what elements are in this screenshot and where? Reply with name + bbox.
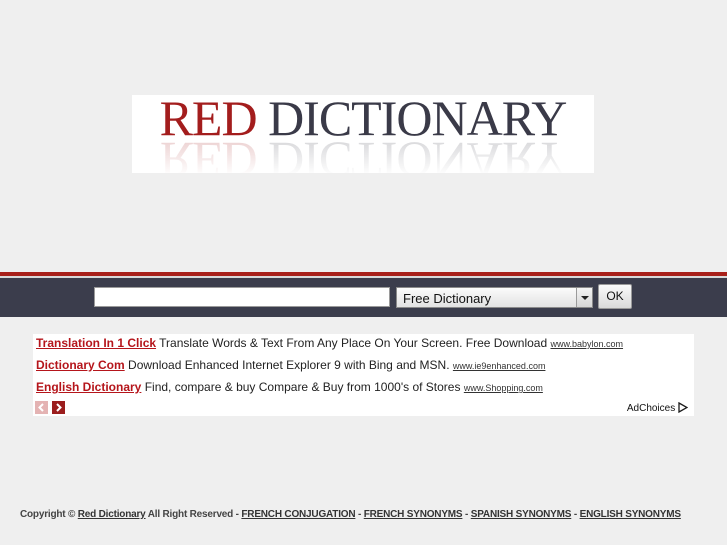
dictionary-select[interactable]: Free Dictionary [396,287,593,308]
ad-description: Download Enhanced Internet Explorer 9 wi… [128,358,450,372]
footer-link-french-synonyms[interactable]: FRENCH SYNONYMS [364,509,463,520]
ok-button[interactable]: OK [598,284,632,309]
chevron-right-icon[interactable] [52,401,65,414]
ad-url-link[interactable]: www.Shopping.com [464,383,543,393]
ad-url-link[interactable]: www.babylon.com [550,339,623,349]
footer-site-link[interactable]: Red Dictionary [78,509,146,520]
ad-item: English Dictionary Find, compare & buy C… [36,380,543,398]
footer-separator: - [357,509,362,520]
ad-block: Translation In 1 Click Translate Words &… [33,334,694,416]
ad-description: Translate Words & Text From Any Place On… [159,336,548,350]
ad-title-link[interactable]: Dictionary Com [36,358,125,372]
footer-link-spanish-synonyms[interactable]: SPANISH SYNONYMS [471,509,572,520]
adchoices-icon [678,401,689,414]
chevron-left-icon[interactable] [35,401,48,414]
footer-separator: - [465,509,469,520]
footer-link-english-synonyms[interactable]: ENGLISH SYNONYMS [580,509,681,520]
rights-text: All Right Reserved - [147,509,239,520]
search-bar: Free Dictionary OK [0,278,727,317]
ad-item: Dictionary Com Download Enhanced Interne… [36,358,545,376]
ad-description: Find, compare & buy Compare & Buy from 1… [144,380,461,394]
footer-link-french-conjugation[interactable]: FRENCH CONJUGATION [241,509,355,520]
ad-title-link[interactable]: English Dictionary [36,380,141,394]
chevron-down-icon[interactable] [576,288,592,307]
search-input[interactable] [94,287,390,307]
dictionary-select-value: Free Dictionary [403,291,492,306]
ad-title-link[interactable]: Translation In 1 Click [36,336,156,350]
copyright-text: Copyright © [20,509,76,520]
footer: Copyright © Red Dictionary All Right Res… [20,509,681,520]
logo-reflection-fade [132,141,594,173]
adchoices-link[interactable]: AdChoices [626,401,689,414]
ad-url-link[interactable]: www.ie9enhanced.com [453,361,546,371]
ad-item: Translation In 1 Click Translate Words &… [36,336,623,354]
footer-separator: - [573,509,577,520]
adchoices-label: AdChoices [626,403,676,414]
site-logo[interactable]: RED DICTIONARY RED DICTIONARY [132,95,594,173]
